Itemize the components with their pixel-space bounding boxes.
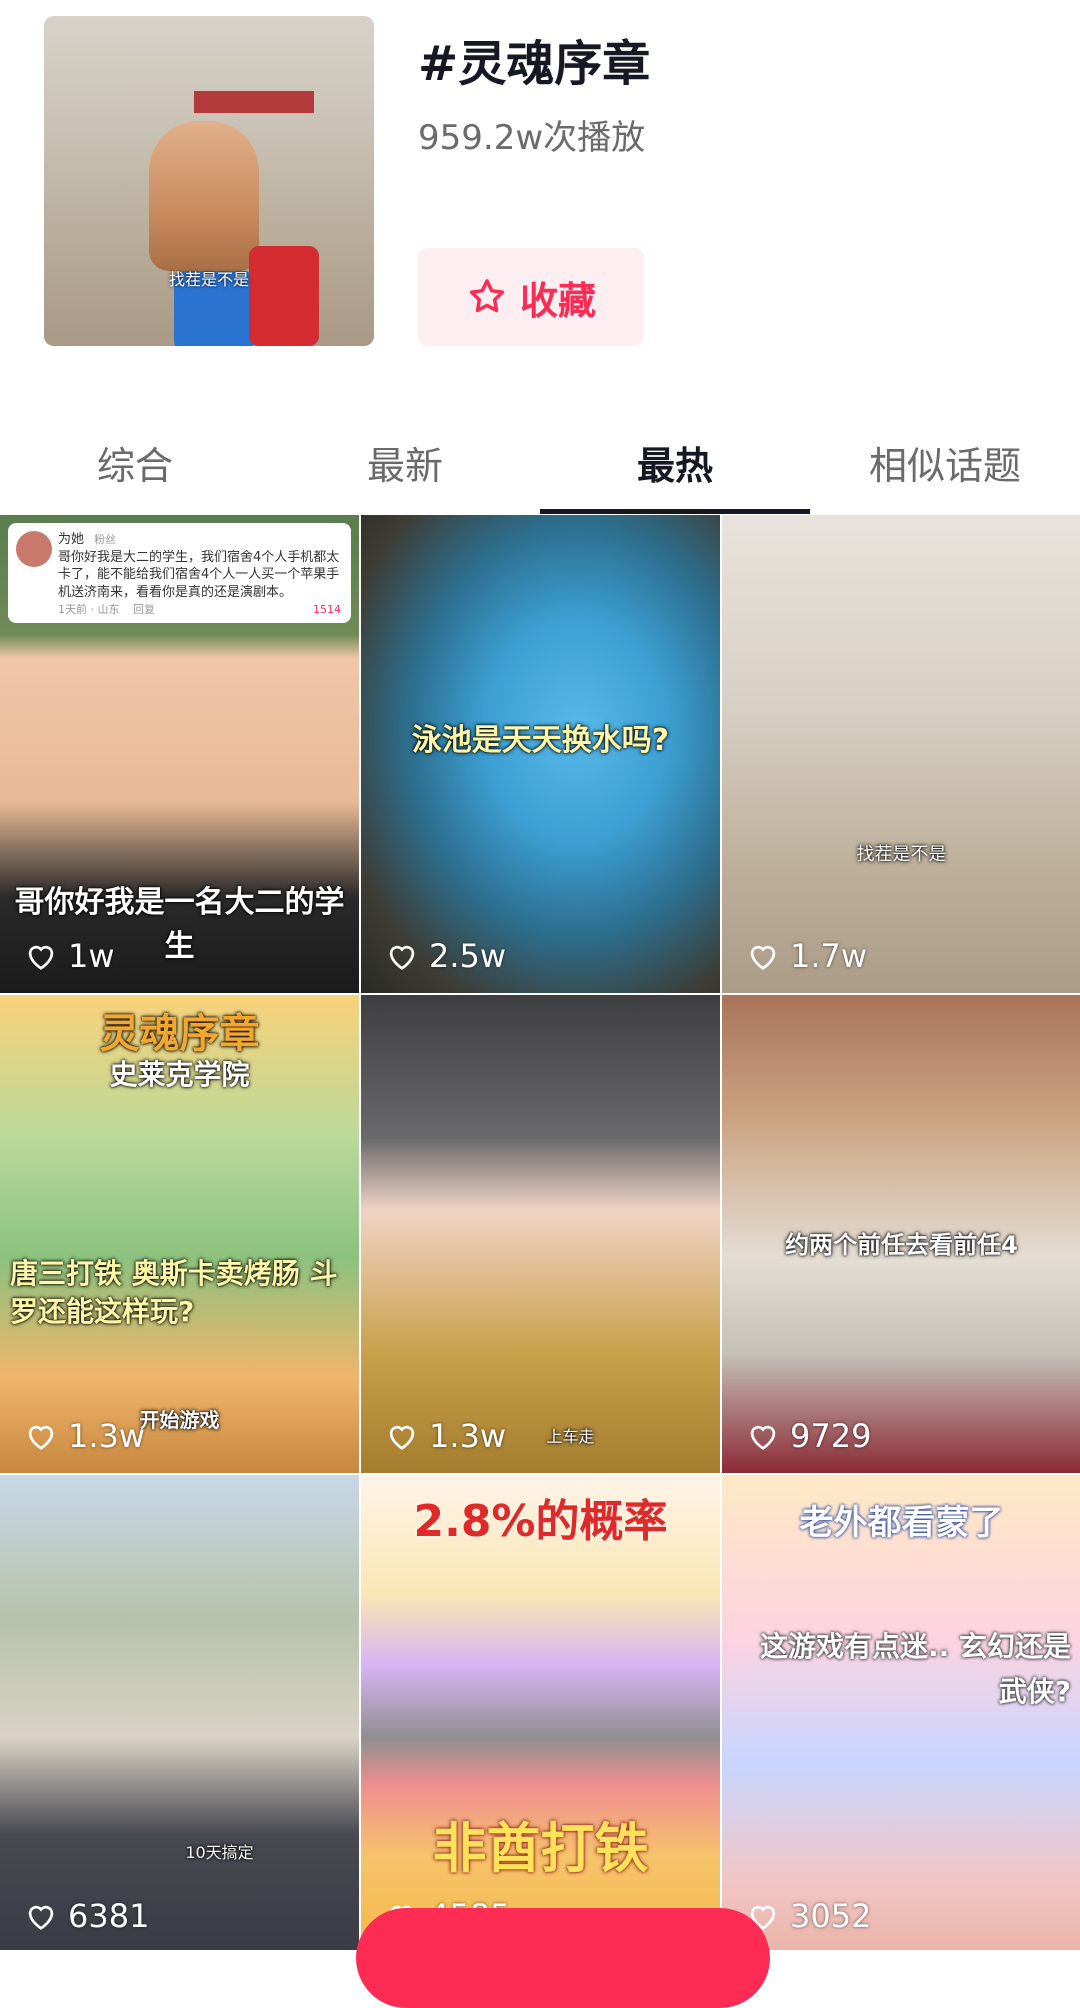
video-caption: 找茬是不是	[856, 844, 947, 865]
like-count: 2.5w	[385, 937, 506, 975]
comment-reply: 回复	[133, 603, 155, 617]
video-card[interactable]: 老外都看蒙了 这游戏有点迷.. 玄幻还是武侠? 3052	[722, 1475, 1080, 1950]
avatar	[16, 531, 52, 567]
tab-hottest[interactable]: 最热	[540, 410, 810, 514]
comment-meta: 1天前 · 山东 回复 1514	[58, 603, 341, 618]
like-count-value: 6381	[68, 1897, 150, 1935]
video-thumbnail	[0, 1475, 359, 1950]
tab-bar: 综合 最新 最热 相似话题	[0, 410, 1080, 514]
video-card[interactable]: 2.8%的概率 非酋打铁 4585	[361, 1475, 720, 1950]
like-count: 6381	[24, 1897, 149, 1935]
video-caption: 10天搞定	[185, 1843, 254, 1862]
tab-similar-topics[interactable]: 相似话题	[810, 410, 1080, 514]
heart-outline-icon	[28, 945, 54, 970]
topic-header: 找茬是不是 #灵魂序章 959.2w次播放 收藏	[0, 0, 1080, 390]
like-count: 9729	[746, 1417, 871, 1455]
heart-outline-icon	[28, 1905, 54, 1930]
cover-person	[149, 121, 259, 271]
video-grid: 为她 粉丝 哥你好我是大二的学生，我们宿舍4个人手机都太卡了，能不能给我们宿舍4…	[0, 515, 1080, 1950]
video-card[interactable]: 找茬是不是 1.7w	[722, 515, 1080, 993]
heart-outline-icon	[750, 945, 776, 970]
like-count: 3052	[746, 1897, 871, 1935]
comment-badge: 粉丝	[94, 533, 117, 546]
like-count-value: 1.7w	[790, 937, 868, 975]
comment-like-count: 1514	[313, 603, 341, 617]
video-card[interactable]: 约两个前任去看前任4 9729	[722, 995, 1080, 1473]
cover-bag-red	[249, 246, 319, 346]
heart-outline-icon	[28, 1425, 54, 1450]
video-caption: 唐三打铁 奥斯卡卖烤肠 斗罗还能这样玩?	[10, 1257, 338, 1328]
topic-cover-image[interactable]: 找茬是不是	[44, 16, 374, 346]
video-card[interactable]: 10天搞定 6381	[0, 1475, 359, 1950]
cover-banner	[194, 91, 314, 113]
comment-overlay: 为她 粉丝 哥你好我是大二的学生，我们宿舍4个人手机都太卡了，能不能给我们宿舍4…	[8, 523, 351, 623]
like-count-value: 3052	[790, 1897, 872, 1935]
video-top-text: 2.8%的概率	[413, 1496, 668, 1547]
topic-title: #灵魂序章	[418, 36, 651, 92]
video-caption: 约两个前任去看前任4	[785, 1231, 1018, 1259]
comment-user: 为她	[58, 532, 85, 547]
star-outline-icon	[469, 279, 505, 313]
video-caption: 非酋打铁	[432, 1817, 649, 1880]
video-card[interactable]: 上车走 1.3w	[361, 995, 720, 1473]
heart-outline-icon	[389, 1425, 415, 1450]
like-count-value: 1w	[68, 937, 115, 975]
topic-play-count: 959.2w次播放	[418, 118, 646, 158]
video-card[interactable]: 灵魂序章 史莱克学院 唐三打铁 奥斯卡卖烤肠 斗罗还能这样玩? 开始游戏 1.3…	[0, 995, 359, 1473]
video-caption: 这游戏有点迷.. 玄幻还是武侠?	[759, 1630, 1071, 1708]
favorite-button-label: 收藏	[519, 278, 596, 323]
heart-outline-icon	[389, 945, 415, 970]
like-count: 1.7w	[746, 937, 867, 975]
video-sub-text: 史莱克学院	[109, 1058, 250, 1091]
like-count-value: 2.5w	[429, 937, 507, 975]
heart-outline-icon	[750, 1425, 776, 1450]
like-count: 1.3w	[24, 1417, 145, 1455]
tab-comprehensive[interactable]: 综合	[0, 410, 270, 514]
video-card[interactable]: 为她 粉丝 哥你好我是大二的学生，我们宿舍4个人手机都太卡了，能不能给我们宿舍4…	[0, 515, 359, 993]
video-thumbnail	[361, 995, 720, 1473]
video-top-text: 老外都看蒙了	[799, 1503, 1004, 1543]
cover-caption: 找茬是不是	[168, 270, 249, 289]
like-count-value: 9729	[790, 1417, 872, 1455]
tab-latest[interactable]: 最新	[270, 410, 540, 514]
like-count-value: 1.3w	[68, 1417, 146, 1455]
like-count-value: 1.3w	[429, 1417, 507, 1455]
like-count: 1.3w	[385, 1417, 506, 1455]
favorite-button[interactable]: 收藏	[418, 248, 644, 346]
video-caption: 泳池是天天换水吗?	[411, 723, 670, 758]
video-top-text: 灵魂序章	[99, 1011, 260, 1057]
floating-action-button[interactable]	[356, 1908, 770, 2008]
video-card[interactable]: 泳池是天天换水吗? 2.5w	[361, 515, 720, 993]
like-count: 1w	[24, 937, 115, 975]
video-thumbnail	[722, 515, 1080, 993]
comment-time: 1天前 · 山东	[58, 603, 120, 617]
comment-text: 哥你好我是大二的学生，我们宿舍4个人手机都太卡了，能不能给我们宿舍4个人一人买一…	[58, 549, 340, 600]
